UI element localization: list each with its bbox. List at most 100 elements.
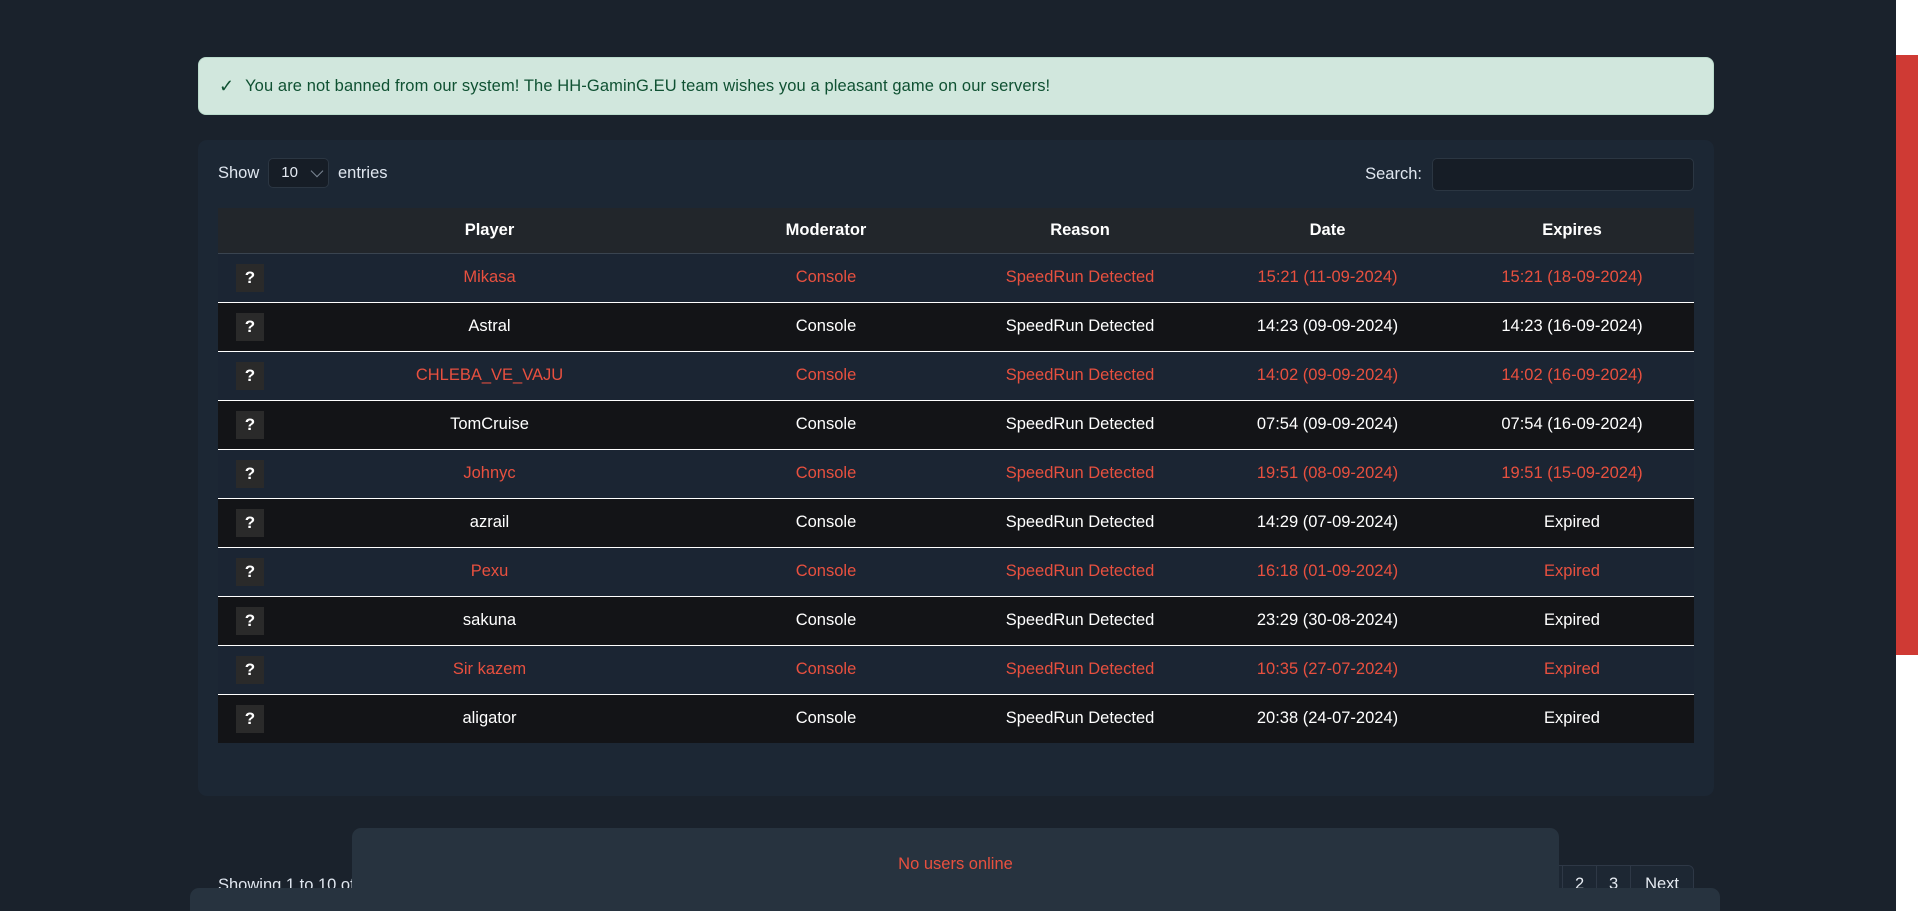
cell-avatar: ? bbox=[218, 497, 282, 547]
cell-player: CHLEBA_VE_VAJU bbox=[282, 350, 697, 400]
bans-table: Player Moderator Reason Date Expires ? Mi… bbox=[218, 208, 1694, 743]
cell-player: azrail bbox=[282, 497, 697, 547]
column-header-date[interactable]: Date bbox=[1205, 208, 1450, 254]
cell-avatar: ? bbox=[218, 301, 282, 351]
check-icon: ✓ bbox=[219, 76, 235, 96]
cell-expires: 19:51 (15-09-2024) bbox=[1450, 448, 1694, 498]
search-input[interactable] bbox=[1432, 158, 1694, 191]
cell-moderator: Console bbox=[697, 399, 955, 449]
column-header-reason[interactable]: Reason bbox=[955, 208, 1205, 254]
cell-avatar: ? bbox=[218, 399, 282, 449]
page-scrollbar-track[interactable] bbox=[1896, 0, 1918, 911]
cell-moderator: Console bbox=[697, 301, 955, 351]
page-scrollbar-thumb[interactable] bbox=[1896, 55, 1918, 655]
page-scroll-container: ✓ You are not banned from our system! Th… bbox=[0, 0, 1890, 911]
avatar-placeholder-icon: ? bbox=[236, 704, 264, 733]
cell-player: Pexu bbox=[282, 546, 697, 596]
cell-reason: SpeedRun Detected bbox=[955, 693, 1205, 743]
avatar-placeholder-icon: ? bbox=[236, 655, 264, 684]
cell-player: sakuna bbox=[282, 595, 697, 645]
cell-player: aligator bbox=[282, 693, 697, 743]
cell-reason: SpeedRun Detected bbox=[955, 644, 1205, 694]
cell-moderator: Console bbox=[697, 693, 955, 743]
cell-date: 07:54 (09-09-2024) bbox=[1205, 399, 1450, 449]
cell-expires: 15:21 (18-09-2024) bbox=[1450, 253, 1694, 302]
cell-reason: SpeedRun Detected bbox=[955, 253, 1205, 302]
table-row[interactable]: ? azrail Console SpeedRun Detected 14:29 (07… bbox=[218, 497, 1694, 547]
table-row[interactable]: ? Mikasa Console SpeedRun Detected 15:21 (11… bbox=[218, 253, 1694, 302]
cell-reason: SpeedRun Detected bbox=[955, 497, 1205, 547]
cell-moderator: Console bbox=[697, 253, 955, 302]
cell-moderator: Console bbox=[697, 497, 955, 547]
entries-per-page-select[interactable]: 10 bbox=[268, 158, 329, 188]
cell-expires: Expired bbox=[1450, 546, 1694, 596]
cell-player: Sir kazem bbox=[282, 644, 697, 694]
entries-per-page-value: 10 bbox=[281, 164, 298, 181]
cell-avatar: ? bbox=[218, 448, 282, 498]
cell-date: 15:21 (11-09-2024) bbox=[1205, 253, 1450, 302]
cell-avatar: ? bbox=[218, 693, 282, 743]
users-online-title: No users online bbox=[898, 855, 1013, 873]
cell-reason: SpeedRun Detected bbox=[955, 350, 1205, 400]
cell-reason: SpeedRun Detected bbox=[955, 301, 1205, 351]
cell-date: 23:29 (30-08-2024) bbox=[1205, 595, 1450, 645]
cell-player: Mikasa bbox=[282, 253, 697, 302]
table-head: Player Moderator Reason Date Expires bbox=[218, 208, 1694, 254]
cell-expires: 14:02 (16-09-2024) bbox=[1450, 350, 1694, 400]
not-banned-alert: ✓ You are not banned from our system! Th… bbox=[198, 57, 1714, 115]
search-control: Search: bbox=[1365, 158, 1694, 191]
cell-expires: Expired bbox=[1450, 497, 1694, 547]
column-header-expires[interactable]: Expires bbox=[1450, 208, 1694, 254]
cell-moderator: Console bbox=[697, 350, 955, 400]
cell-expires: Expired bbox=[1450, 595, 1694, 645]
cell-date: 16:18 (01-09-2024) bbox=[1205, 546, 1450, 596]
cell-avatar: ? bbox=[218, 644, 282, 694]
avatar-placeholder-icon: ? bbox=[236, 459, 264, 488]
cell-expires: 07:54 (16-09-2024) bbox=[1450, 399, 1694, 449]
table-row[interactable]: ? Pexu Console SpeedRun Detected 16:18 (01-0… bbox=[218, 546, 1694, 596]
avatar-placeholder-icon: ? bbox=[236, 312, 264, 341]
footer-card bbox=[190, 888, 1720, 911]
table-row[interactable]: ? TomCruise Console SpeedRun Detected 07:54 … bbox=[218, 399, 1694, 449]
cell-player: TomCruise bbox=[282, 399, 697, 449]
avatar-placeholder-icon: ? bbox=[236, 263, 264, 292]
cell-player: Astral bbox=[282, 301, 697, 351]
table-row[interactable]: ? Sir kazem Console SpeedRun Detected 10:35 … bbox=[218, 644, 1694, 694]
avatar-placeholder-icon: ? bbox=[236, 557, 264, 586]
cell-date: 14:29 (07-09-2024) bbox=[1205, 497, 1450, 547]
column-header-moderator[interactable]: Moderator bbox=[697, 208, 955, 254]
cell-moderator: Console bbox=[697, 448, 955, 498]
cell-moderator: Console bbox=[697, 546, 955, 596]
table-row[interactable]: ? Johnyc Console SpeedRun Detected 19:51 (08… bbox=[218, 448, 1694, 498]
cell-avatar: ? bbox=[218, 253, 282, 302]
table-row[interactable]: ? Astral Console SpeedRun Detected 14:23 (09… bbox=[218, 301, 1694, 351]
avatar-placeholder-icon: ? bbox=[236, 410, 264, 439]
cell-date: 19:51 (08-09-2024) bbox=[1205, 448, 1450, 498]
bans-table-card: Show 10 entries Search: Player Moderator… bbox=[198, 140, 1714, 904]
table-row[interactable]: ? CHLEBA_VE_VAJU Console SpeedRun Detected 1… bbox=[218, 350, 1694, 400]
column-header-player[interactable]: Player bbox=[282, 208, 697, 254]
cell-expires: 14:23 (16-09-2024) bbox=[1450, 301, 1694, 351]
entries-label: entries bbox=[337, 163, 388, 182]
cell-moderator: Console bbox=[697, 595, 955, 645]
alert-message: You are not banned from our system! The … bbox=[245, 76, 1051, 95]
cell-avatar: ? bbox=[218, 595, 282, 645]
table-row[interactable]: ? aligator Console SpeedRun Detected 20:38 (… bbox=[218, 693, 1694, 743]
cell-moderator: Console bbox=[697, 644, 955, 694]
cell-date: 20:38 (24-07-2024) bbox=[1205, 693, 1450, 743]
column-header-avatar[interactable] bbox=[218, 208, 282, 254]
table-body: ? Mikasa Console SpeedRun Detected 15:21 (11… bbox=[218, 253, 1694, 743]
avatar-placeholder-icon: ? bbox=[236, 508, 264, 537]
search-label: Search: bbox=[1365, 165, 1422, 183]
datatable-toolbar: Show 10 entries Search: bbox=[218, 158, 1694, 198]
cell-expires: Expired bbox=[1450, 693, 1694, 743]
cell-reason: SpeedRun Detected bbox=[955, 595, 1205, 645]
cell-avatar: ? bbox=[218, 350, 282, 400]
show-label: Show bbox=[218, 163, 260, 182]
table-row[interactable]: ? sakuna Console SpeedRun Detected 23:29 (30… bbox=[218, 595, 1694, 645]
cell-reason: SpeedRun Detected bbox=[955, 399, 1205, 449]
cell-avatar: ? bbox=[218, 546, 282, 596]
table-header-row: Player Moderator Reason Date Expires bbox=[218, 208, 1694, 254]
cell-date: 10:35 (27-07-2024) bbox=[1205, 644, 1450, 694]
cell-expires: Expired bbox=[1450, 644, 1694, 694]
